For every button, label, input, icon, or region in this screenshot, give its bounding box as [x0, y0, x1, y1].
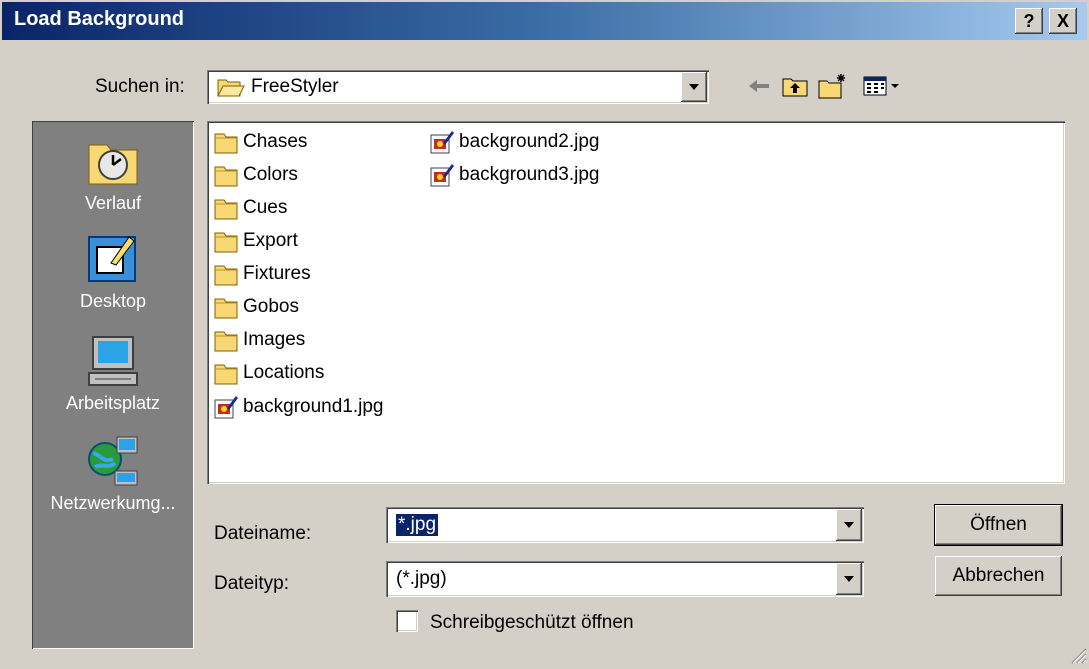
readonly-label: Schreibgeschützt öffnen: [430, 612, 634, 633]
folder-icon: [213, 294, 239, 320]
desktop-icon: [85, 231, 141, 287]
close-button[interactable]: X: [1049, 8, 1077, 34]
folder-icon: [213, 129, 239, 155]
my-computer-icon: [85, 333, 141, 389]
up-folder-icon[interactable]: [780, 71, 810, 101]
place-my-computer-label: Arbeitsplatz: [65, 393, 161, 413]
file-name: Locations: [243, 362, 325, 383]
places-bar: Verlauf Desktop Arbeitsplatz Netzwerkumg…: [32, 121, 194, 649]
image-file-icon: [429, 129, 455, 155]
list-item[interactable]: Images: [213, 325, 305, 355]
folder-icon: [213, 360, 239, 386]
window-title: Load Background: [14, 8, 185, 30]
list-item[interactable]: Colors: [213, 160, 298, 190]
open-button[interactable]: Öffnen: [935, 505, 1062, 545]
place-my-computer[interactable]: Arbeitsplatz: [32, 333, 194, 414]
list-item[interactable]: Locations: [213, 358, 324, 388]
lookin-value: FreeStyler: [251, 76, 339, 97]
folder-icon: [213, 195, 239, 221]
folder-icon: [213, 162, 239, 188]
file-name: Colors: [243, 164, 298, 185]
title-bar[interactable]: Load Background ? X: [2, 2, 1087, 40]
folder-icon: [213, 261, 239, 287]
file-name: Cues: [243, 197, 288, 218]
folder-open-icon: [217, 76, 245, 103]
file-name: Export: [243, 230, 298, 251]
list-item[interactable]: background3.jpg: [429, 160, 600, 190]
file-name: Chases: [243, 131, 308, 152]
folder-icon: [213, 228, 239, 254]
file-name: Images: [243, 329, 306, 350]
list-item[interactable]: Fixtures: [213, 259, 311, 289]
list-item[interactable]: background2.jpg: [429, 127, 600, 157]
filename-dropdown-arrow[interactable]: [836, 509, 862, 541]
place-network[interactable]: Netzwerkumg...: [32, 433, 194, 514]
folder-icon: [213, 327, 239, 353]
new-folder-icon[interactable]: [818, 71, 848, 101]
file-name: Fixtures: [243, 263, 311, 284]
list-item[interactable]: background1.jpg: [213, 392, 384, 422]
view-menu-icon[interactable]: [862, 71, 902, 101]
image-file-icon: [213, 394, 239, 420]
list-item[interactable]: Chases: [213, 127, 307, 157]
cancel-button[interactable]: Abbrechen: [935, 556, 1062, 596]
filename-label: Dateiname:: [214, 523, 312, 544]
lookin-combobox[interactable]: FreeStyler: [207, 70, 709, 104]
file-name: Gobos: [243, 296, 299, 317]
image-file-icon: [429, 162, 455, 188]
list-item[interactable]: Export: [213, 226, 298, 256]
list-item[interactable]: Gobos: [213, 292, 299, 322]
lookin-dropdown-arrow[interactable]: [681, 72, 707, 102]
filetype-label: Dateityp:: [214, 573, 289, 594]
filetype-value: (*.jpg): [396, 568, 447, 589]
resize-grip-icon[interactable]: [1069, 646, 1087, 664]
network-icon: [85, 433, 141, 489]
lookin-label: Suchen in:: [95, 76, 185, 97]
file-name: background1.jpg: [243, 396, 384, 417]
place-history-label: Verlauf: [84, 193, 142, 213]
filetype-dropdown-arrow[interactable]: [836, 563, 862, 595]
load-background-dialog: Load Background ? X Suchen in: FreeStyle…: [0, 0, 1089, 666]
back-arrow-icon[interactable]: [744, 71, 774, 101]
history-icon: [85, 133, 141, 189]
filetype-combobox[interactable]: (*.jpg): [386, 561, 864, 597]
place-desktop[interactable]: Desktop: [32, 231, 194, 312]
file-name: background2.jpg: [459, 131, 600, 152]
place-history[interactable]: Verlauf: [32, 133, 194, 214]
help-button[interactable]: ?: [1015, 8, 1043, 34]
place-network-label: Netzwerkumg...: [50, 493, 176, 513]
list-item[interactable]: Cues: [213, 193, 287, 223]
readonly-checkbox[interactable]: [396, 610, 418, 632]
filename-combobox[interactable]: *.jpg: [386, 507, 864, 543]
file-name: background3.jpg: [459, 164, 600, 185]
place-desktop-label: Desktop: [79, 291, 147, 311]
filename-input[interactable]: *.jpg: [396, 514, 439, 536]
file-list[interactable]: Chases Colors Cues Export Fixtures Gobos…: [207, 121, 1065, 484]
